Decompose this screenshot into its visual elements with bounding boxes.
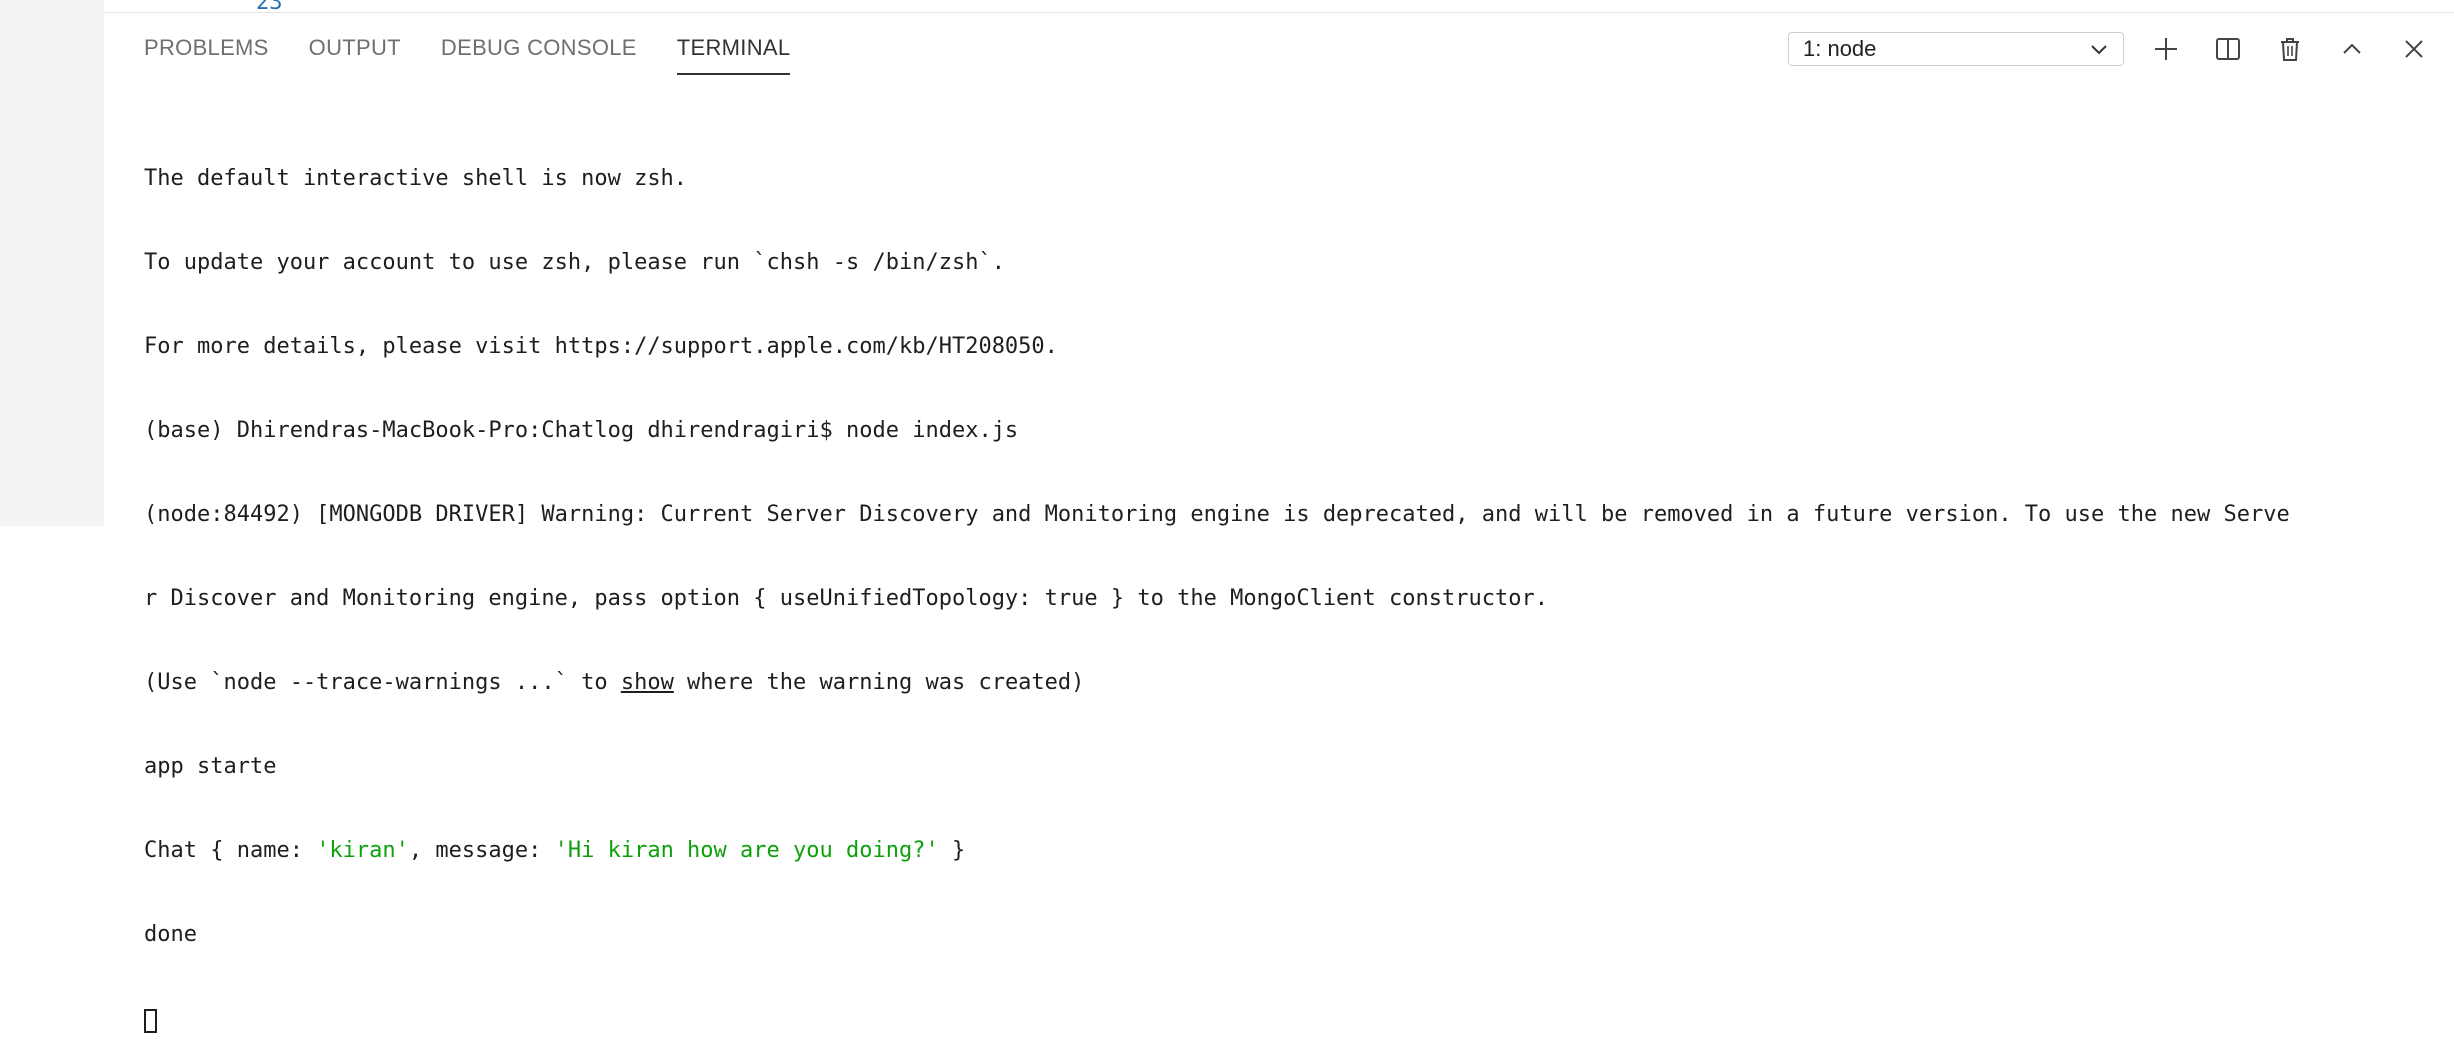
terminal-line: Chat { name: 'kiran', message: 'Hi kiran…: [144, 837, 2444, 865]
terminal-line: (node:84492) [MONGODB DRIVER] Warning: C…: [144, 502, 2290, 527]
terminal-text: where the warning was created): [673, 670, 1085, 695]
tab-problems[interactable]: PROBLEMS: [144, 35, 269, 75]
terminal-text: , message:: [408, 838, 555, 863]
terminal-line: app starte: [144, 754, 277, 779]
terminal-text: Chat { name:: [144, 838, 317, 863]
kill-terminal-button[interactable]: [2270, 29, 2310, 69]
tab-debug-console[interactable]: DEBUG CONSOLE: [441, 35, 637, 75]
terminal-line: (Use `node --trace-warnings ...` to show…: [144, 669, 2444, 697]
split-terminal-button[interactable]: [2208, 29, 2248, 69]
split-icon: [2216, 38, 2240, 60]
terminal-select[interactable]: 1: node: [1788, 32, 2124, 66]
left-gutter: [0, 0, 104, 526]
terminal-string: 'Hi kiran how are you doing?': [554, 838, 939, 863]
tab-terminal[interactable]: TERMINAL: [676, 35, 791, 75]
bottom-panel: PROBLEMS OUTPUT DEBUG CONSOLE TERMINAL 1…: [104, 13, 2454, 1033]
terminal-text: (Use `node --trace-warnings ...` to: [144, 670, 621, 695]
terminal-line: For more details, please visit https://s…: [144, 334, 1058, 359]
terminal-line: To update your account to use zsh, pleas…: [144, 250, 1005, 275]
trash-icon: [2281, 38, 2299, 61]
terminal-text: }: [938, 838, 966, 863]
close-panel-button[interactable]: [2394, 29, 2434, 69]
chevron-down-icon: [2091, 45, 2107, 55]
terminal-string: 'kiran': [316, 838, 409, 863]
terminal-line: done: [144, 922, 197, 947]
editor-area: 23: [104, 0, 2454, 15]
panel-tabs: PROBLEMS OUTPUT DEBUG CONSOLE TERMINAL: [144, 35, 791, 75]
chevron-up-icon: [2343, 43, 2361, 54]
new-terminal-button[interactable]: [2146, 29, 2186, 69]
terminal-select-value: 1: node: [1803, 36, 1877, 61]
terminal-line: The default interactive shell is now zsh…: [144, 166, 688, 191]
panel-toolbar: 1: node: [1788, 29, 2434, 69]
terminal-prompt-line: [144, 1005, 2444, 1033]
plus-icon: [2155, 38, 2177, 60]
terminal-line: r Discover and Monitoring engine, pass o…: [144, 586, 1548, 611]
terminal-link[interactable]: show: [621, 670, 674, 695]
maximize-panel-button[interactable]: [2332, 29, 2372, 69]
terminal-line: (base) Dhirendras-MacBook-Pro:Chatlog dh…: [144, 418, 1019, 443]
close-icon: [2405, 40, 2423, 58]
terminal-cursor: [144, 1009, 157, 1033]
terminal-output[interactable]: The default interactive shell is now zsh…: [144, 109, 2444, 1052]
tab-output[interactable]: OUTPUT: [309, 35, 401, 75]
